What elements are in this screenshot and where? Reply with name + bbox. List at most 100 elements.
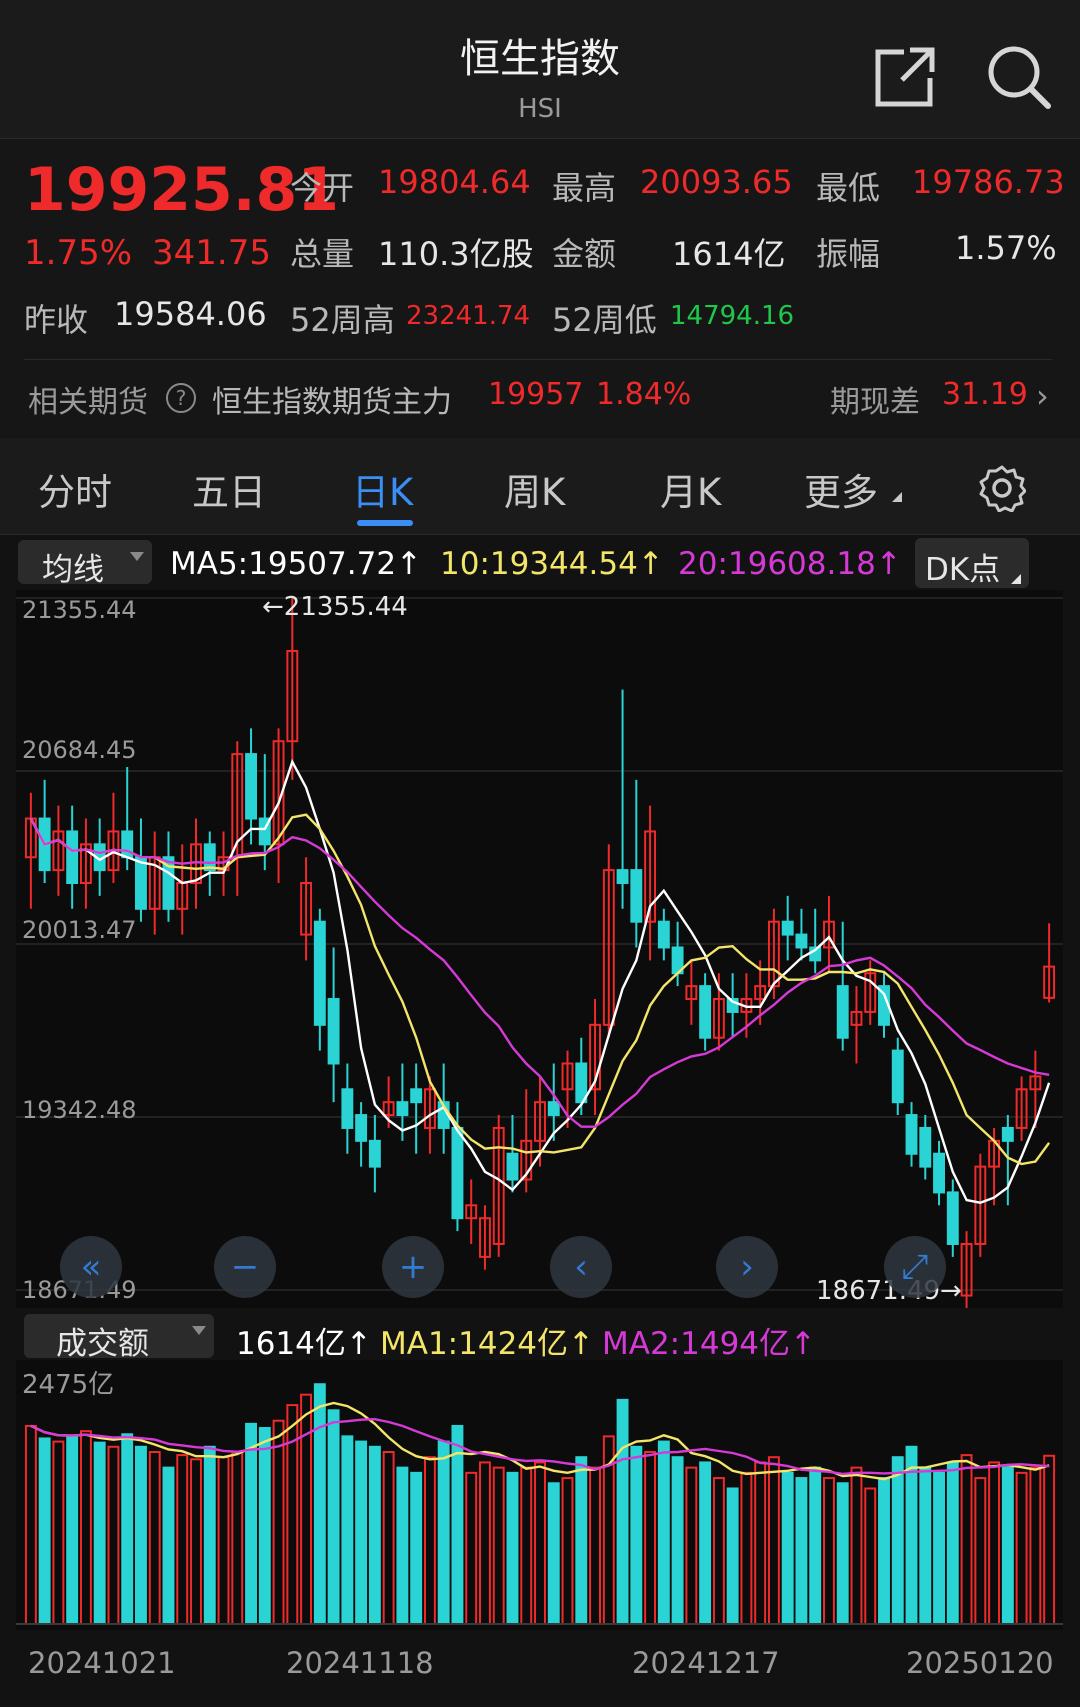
price-axis-label: 20684.45 bbox=[22, 736, 137, 764]
low52-value: 14794.16 bbox=[670, 301, 795, 331]
chevron-right-icon[interactable]: › bbox=[1036, 377, 1049, 415]
candle-body bbox=[657, 920, 670, 949]
dk-point-label: DK点 bbox=[925, 552, 1001, 588]
volume-bar bbox=[410, 1471, 423, 1626]
high52-label: 52周高 bbox=[290, 301, 395, 339]
volume-bar bbox=[355, 1440, 368, 1625]
candle-body bbox=[135, 856, 147, 910]
low-label: 最低 bbox=[816, 169, 881, 207]
basis-label: 期现差 bbox=[830, 385, 920, 420]
volume-bar bbox=[781, 1471, 794, 1626]
share-icon[interactable] bbox=[872, 44, 938, 110]
volume-bar bbox=[451, 1424, 464, 1625]
candle-body bbox=[368, 1139, 381, 1168]
amplitude-value: 1.57% bbox=[955, 229, 1057, 267]
settings-gear-icon[interactable] bbox=[978, 464, 1027, 513]
volume-bar bbox=[313, 1383, 326, 1625]
high-label: 最高 bbox=[552, 169, 617, 207]
candle-body bbox=[905, 1114, 918, 1155]
futures-price: 19957 bbox=[488, 377, 584, 412]
kline-svg bbox=[16, 590, 1063, 1309]
volume-bar bbox=[575, 1456, 588, 1625]
candle-body bbox=[946, 1191, 959, 1245]
open-label: 今开 bbox=[290, 169, 355, 207]
futures-label: 相关期货 bbox=[28, 385, 148, 420]
candle-body bbox=[410, 1088, 423, 1104]
candle-body bbox=[506, 1152, 519, 1181]
indicator-selector-label: 均线 bbox=[42, 552, 104, 588]
indicator-selector[interactable]: 均线 bbox=[18, 540, 152, 588]
volume-bar bbox=[1001, 1466, 1014, 1625]
candle-body bbox=[781, 920, 794, 936]
price-axis-label: 20013.47 bbox=[22, 916, 137, 944]
divider bbox=[24, 359, 1052, 360]
volume-bar bbox=[506, 1471, 519, 1626]
prev-close-value: 19584.06 bbox=[114, 295, 267, 333]
volume-bar bbox=[121, 1433, 134, 1625]
scroll-left-fast-button[interactable]: « bbox=[60, 1236, 122, 1298]
volume-bar bbox=[836, 1482, 849, 1626]
tab-five-day[interactable]: 五日 bbox=[192, 462, 266, 516]
volume-bar bbox=[699, 1461, 712, 1625]
kline-chart[interactable]: 21355.44 20684.45 20013.47 19342.48 1867… bbox=[16, 590, 1063, 1309]
volume-bar bbox=[726, 1487, 739, 1625]
price-axis-label: 19342.48 bbox=[22, 1096, 137, 1124]
scroll-right-button[interactable]: › bbox=[716, 1236, 778, 1298]
high-value: 20093.65 bbox=[640, 163, 793, 201]
amount-value: 1614亿 bbox=[672, 235, 786, 273]
tab-weekly-k[interactable]: 周K bbox=[504, 462, 565, 516]
candle-body bbox=[616, 869, 629, 885]
volume-bar bbox=[616, 1398, 629, 1626]
candle-body bbox=[891, 1049, 904, 1104]
volume-bar bbox=[946, 1461, 959, 1625]
zoom-in-button[interactable]: + bbox=[382, 1236, 444, 1298]
volume-chart[interactable]: 2475亿 bbox=[16, 1360, 1063, 1630]
volume-label: 总量 bbox=[290, 235, 355, 273]
volume-bar bbox=[795, 1477, 808, 1625]
dk-point-button[interactable]: DK点 bbox=[915, 538, 1029, 588]
quote-panel: 19925.81 1.75% 341.75 今开 19804.64 最高 200… bbox=[0, 139, 1080, 437]
scroll-left-button[interactable]: ‹ bbox=[550, 1236, 612, 1298]
volume-bar bbox=[38, 1437, 51, 1625]
candle-body bbox=[547, 1101, 560, 1117]
search-icon[interactable] bbox=[986, 44, 1052, 110]
candle-body bbox=[451, 1126, 464, 1220]
fullscreen-icon[interactable]: ⤢ bbox=[884, 1236, 946, 1298]
candle-body bbox=[396, 1101, 409, 1117]
low-value: 19786.73 bbox=[912, 163, 1065, 201]
volume-bar bbox=[93, 1441, 106, 1625]
ma5-value: MA5:19507.72↑ bbox=[170, 546, 423, 582]
tab-more[interactable]: 更多 bbox=[804, 462, 878, 516]
futures-name: 恒生指数期货主力 bbox=[212, 385, 452, 420]
volume-value: 110.3亿股 bbox=[378, 235, 534, 273]
volume-bar bbox=[547, 1482, 560, 1626]
tab-intraday[interactable]: 分时 bbox=[38, 462, 112, 516]
candle-body bbox=[836, 985, 849, 1039]
tab-monthly-k[interactable]: 月K bbox=[660, 462, 721, 516]
volume-bar bbox=[905, 1445, 918, 1626]
zoom-out-button[interactable]: − bbox=[214, 1236, 276, 1298]
volume-bar bbox=[135, 1445, 147, 1626]
volume-bar bbox=[258, 1427, 271, 1625]
volume-bar bbox=[878, 1477, 890, 1625]
help-icon[interactable]: ? bbox=[166, 383, 196, 413]
period-tabs: 分时 五日 日K 周K 月K 更多 bbox=[0, 438, 1080, 535]
volume-bar bbox=[630, 1445, 643, 1626]
candle-body bbox=[327, 998, 340, 1065]
volume-bar bbox=[66, 1435, 79, 1626]
amount-label: 金额 bbox=[552, 235, 617, 273]
volume-bar bbox=[203, 1445, 216, 1626]
candle-body bbox=[699, 985, 712, 1039]
volume-amount: 1614亿↑ bbox=[236, 1326, 372, 1362]
candle-body bbox=[66, 830, 79, 885]
ma20-value: 20:19608.18↑ bbox=[678, 546, 902, 582]
tab-daily-k[interactable]: 日K bbox=[352, 462, 413, 516]
candle-body bbox=[795, 933, 808, 949]
volume-ma1: MA1:1424亿↑ bbox=[380, 1326, 594, 1362]
volume-indicator-selector[interactable]: 成交额 bbox=[24, 1314, 214, 1362]
date-label: 20241021 bbox=[28, 1646, 176, 1680]
date-label: 20250120 bbox=[906, 1646, 1054, 1680]
volume-bar bbox=[933, 1471, 945, 1626]
candle-body bbox=[245, 753, 257, 820]
volume-bar bbox=[809, 1466, 822, 1625]
